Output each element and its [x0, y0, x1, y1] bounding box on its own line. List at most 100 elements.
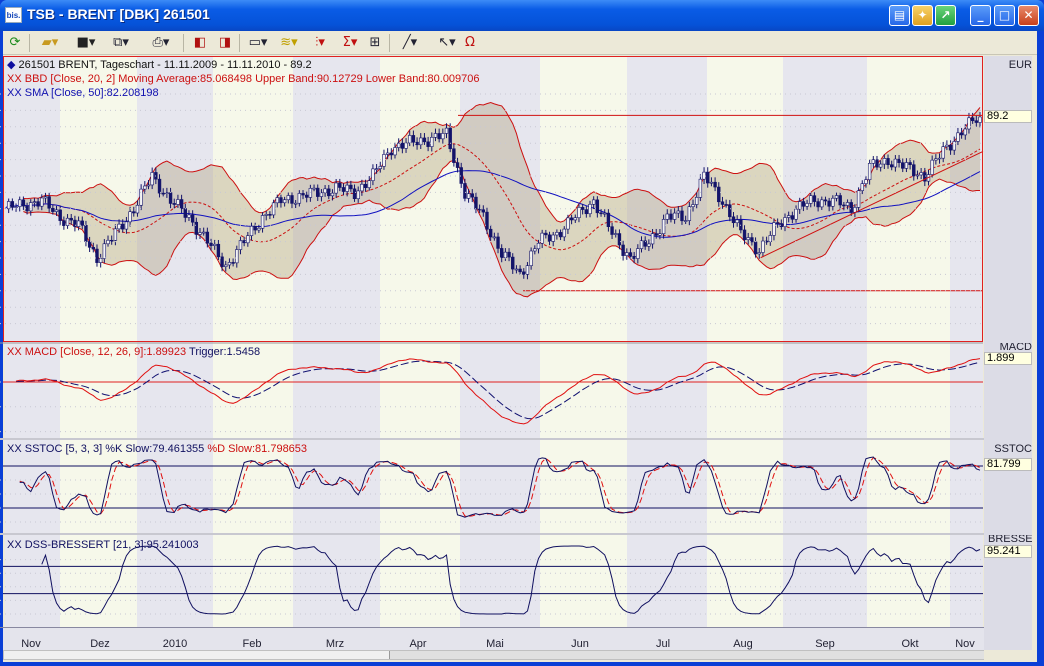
legend-sstoc-k: XX SSTOC [5, 3, 3] %K Slow:79.461355 — [7, 443, 205, 455]
candle-body — [959, 132, 964, 136]
sigma-icon[interactable]: Σ▾ — [337, 34, 363, 52]
close-icon[interactable]: ✕ — [1018, 5, 1039, 26]
horizontal-scrollbar[interactable] — [3, 650, 984, 660]
candle-body — [316, 187, 320, 197]
candle-body — [279, 197, 283, 204]
candle-body — [143, 185, 147, 190]
candle-body — [831, 197, 835, 207]
candle-body — [849, 202, 853, 213]
candle-body — [533, 248, 537, 252]
candle-body — [51, 207, 55, 212]
candle-body — [345, 184, 349, 192]
candle-body — [275, 197, 279, 204]
candle-body — [408, 135, 412, 144]
minimize-icon[interactable]: _ — [970, 5, 991, 26]
candle-body — [908, 162, 912, 165]
candle-body — [363, 183, 368, 188]
chart-forward-icon[interactable]: ◨ — [215, 34, 235, 52]
candle-body — [798, 201, 802, 210]
candle-body — [76, 220, 81, 227]
magnet-icon[interactable]: Ω — [461, 34, 479, 52]
candle-body — [838, 195, 842, 206]
candle-body — [235, 249, 239, 264]
candle-body — [786, 215, 791, 218]
candle-body — [941, 146, 945, 159]
layout-icon[interactable]: ▤ — [889, 5, 910, 26]
candle-body — [691, 204, 695, 208]
candle-body — [577, 207, 581, 219]
candle-body — [845, 202, 850, 206]
candle-body — [419, 137, 423, 146]
month-label: Mrz — [325, 638, 345, 650]
candle-body — [382, 154, 386, 167]
candle-body — [106, 239, 110, 245]
candle-body — [617, 233, 622, 246]
candle-body — [485, 211, 489, 230]
pointer-icon[interactable]: ↖▾ — [436, 34, 458, 52]
candle-body — [227, 262, 232, 266]
month-label: Aug — [733, 638, 753, 650]
maximize-icon[interactable]: □ — [994, 5, 1015, 26]
candle-body — [481, 209, 486, 213]
candle-body — [213, 243, 217, 246]
candle-body — [220, 256, 224, 267]
candle-body — [176, 199, 180, 205]
legend-macd-main: XX MACD [Close, 12, 26, 9]:1.89923 — [7, 346, 187, 358]
candle-body — [65, 217, 70, 226]
indicator-icon[interactable]: ≋▾ — [276, 34, 302, 52]
draw-line-icon[interactable]: ╱▾ — [396, 34, 424, 52]
candle-body — [58, 209, 62, 221]
candle-body — [257, 227, 261, 231]
chart-back-icon[interactable]: ◧ — [190, 34, 210, 52]
candle-body — [95, 248, 99, 263]
properties-icon[interactable]: ⊞ — [366, 34, 384, 52]
refresh-icon[interactable]: ⟳ — [6, 34, 24, 52]
candle-body — [580, 207, 585, 210]
candle-body — [492, 236, 497, 239]
candle-body — [867, 163, 872, 180]
candle-body — [875, 159, 879, 168]
candle-body — [132, 211, 136, 214]
candle-body — [327, 188, 331, 197]
candle-body — [889, 164, 894, 168]
candle-body — [544, 232, 548, 236]
candle-body — [967, 117, 971, 130]
candle-body — [536, 242, 541, 250]
candle-body — [286, 195, 291, 201]
candle-body — [121, 223, 125, 230]
chart-type-icon[interactable]: ⫶▾ — [306, 34, 334, 52]
macd-last-value: 1.899 — [984, 352, 1032, 365]
copy-icon[interactable]: ⧉▾ — [108, 34, 134, 52]
candle-body — [672, 212, 677, 220]
export-icon[interactable]: ↗ — [935, 5, 956, 26]
candle-body — [893, 158, 898, 168]
candle-body — [566, 217, 570, 230]
dss-panel-name: BRESSERT — [988, 535, 1032, 544]
title-bar[interactable]: bis. TSB - BRENT [DBK] 261501 ▤ ✦ ↗ _ □ … — [0, 0, 1044, 31]
print-icon[interactable]: ⎙▾ — [146, 34, 176, 52]
save-icon[interactable]: ■▾ — [73, 34, 99, 52]
candle-body — [40, 197, 44, 207]
candle-body — [970, 117, 975, 122]
candle-body — [448, 127, 452, 150]
candle-body — [367, 180, 371, 188]
candle-body — [680, 210, 684, 222]
candle-body — [724, 204, 728, 206]
sstoc-last-value: 81.799 — [984, 458, 1032, 471]
candle-body — [669, 213, 673, 220]
candle-body — [87, 241, 92, 248]
candle-body — [198, 232, 202, 235]
palette-icon[interactable]: ✦ — [912, 5, 933, 26]
candle-body — [713, 181, 717, 188]
scrollbar-thumb[interactable] — [389, 651, 984, 659]
month-label: Sep — [815, 638, 835, 650]
candle-body — [389, 152, 394, 156]
candle-body — [676, 210, 681, 214]
candle-body — [610, 226, 614, 235]
candle-body — [860, 183, 864, 191]
candle-body — [246, 235, 250, 244]
candle-body — [98, 258, 103, 263]
open-folder-icon[interactable]: ▰▾ — [36, 34, 64, 52]
candle-body — [709, 181, 714, 184]
window-icon[interactable]: ▭▾ — [245, 34, 271, 52]
